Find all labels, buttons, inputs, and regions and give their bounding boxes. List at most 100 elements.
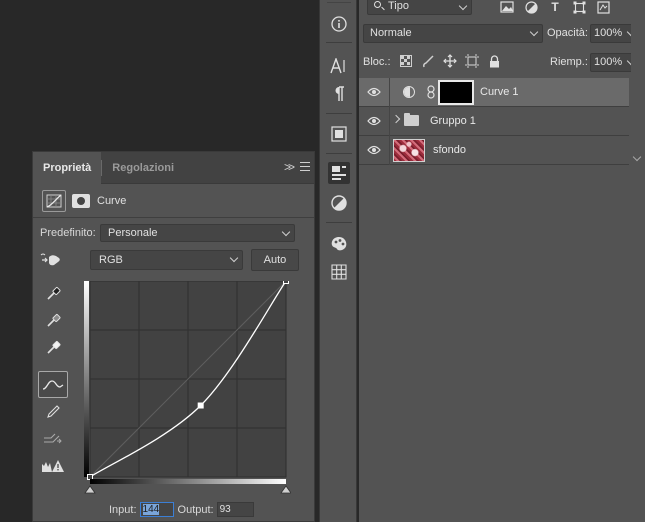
blend-mode-value: Normale	[370, 27, 412, 39]
layer-filter-value: Tipo	[388, 0, 409, 12]
properties-panel: Proprietà Regolazioni >> Curve Predefini…	[32, 151, 315, 522]
output-gradient-bar	[84, 281, 89, 477]
sample-highlights-eyedropper-icon[interactable]	[38, 334, 68, 361]
folder-icon	[404, 113, 419, 126]
layer-mask-icon[interactable]	[72, 193, 90, 208]
preset-value: Personale	[108, 227, 158, 239]
pencil-draw-icon[interactable]	[38, 398, 68, 425]
blend-row: Normale Opacità: 100%	[363, 24, 641, 44]
sample-shadows-eyedropper-icon[interactable]	[38, 280, 68, 307]
smart-object-filter-icon[interactable]	[595, 0, 611, 14]
layers-scrollbar[interactable]	[631, 0, 645, 522]
curve-tools-column	[38, 280, 68, 479]
properties-header: Curve	[33, 184, 314, 218]
lock-transparent-icon[interactable]	[399, 54, 413, 68]
lock-image-icon[interactable]	[421, 54, 435, 68]
shape-filter-icon[interactable]	[571, 0, 587, 14]
blend-mode-dropdown[interactable]: Normale	[363, 24, 543, 43]
layer-list: Curve 1 Gruppo 1 sfondo	[359, 78, 629, 165]
input-gradient-bar	[90, 479, 286, 484]
channel-value: RGB	[99, 254, 123, 266]
properties-icon[interactable]	[328, 162, 350, 184]
visibility-column-divider	[389, 107, 390, 136]
chevron-down-icon	[458, 1, 468, 11]
layer-name: Curve 1	[480, 86, 519, 98]
layer-name: sfondo	[433, 144, 467, 156]
curve-points-icon[interactable]	[38, 371, 68, 398]
curve-control-point[interactable]	[283, 281, 289, 284]
lock-label: Bloc.:	[363, 56, 391, 68]
grid-icon[interactable]	[328, 261, 350, 283]
lock-all-icon[interactable]	[487, 54, 501, 68]
adjustment-layer-icon	[403, 86, 415, 98]
preset-dropdown[interactable]: Personale	[100, 224, 295, 242]
input-label: Input:	[109, 503, 137, 516]
lock-icons	[399, 54, 501, 68]
strip-grip[interactable]	[327, 0, 351, 3]
visibility-column-divider	[389, 136, 390, 165]
chevron-right-icon[interactable]	[391, 114, 401, 124]
white-point-slider[interactable]	[280, 485, 291, 494]
tab-adjustments[interactable]: Regolazioni	[102, 152, 184, 184]
output-field[interactable]: 93	[216, 502, 254, 517]
panel-menu-icon[interactable]	[300, 162, 310, 171]
layer-filter-row: Tipo T	[363, 0, 645, 16]
layer-mask-thumbnail[interactable]	[438, 80, 474, 105]
chevron-down-icon	[229, 253, 239, 263]
clipping-warning-icon[interactable]	[38, 452, 68, 479]
visibility-eye-icon[interactable]	[367, 87, 381, 97]
input-value: 144	[142, 504, 160, 515]
layer-row-curve-1[interactable]: Curve 1	[359, 78, 629, 107]
info-icon[interactable]	[328, 13, 350, 35]
visibility-eye-icon[interactable]	[367, 116, 381, 126]
properties-tab-bar: Proprietà Regolazioni >>	[33, 151, 314, 184]
channel-dropdown[interactable]: RGB	[90, 250, 243, 270]
adjustment-filter-icon[interactable]	[523, 0, 539, 14]
panel-icon-strip	[319, 0, 357, 522]
fill-value: 100%	[594, 56, 623, 68]
curve-control-point[interactable]	[197, 402, 204, 409]
black-point-slider[interactable]	[84, 485, 96, 494]
curve-control-point[interactable]	[87, 474, 93, 480]
paragraph-icon[interactable]	[328, 83, 350, 105]
layer-image-thumbnail[interactable]	[393, 139, 425, 162]
chevron-down-icon	[281, 227, 291, 237]
collapse-panel-icon[interactable]: >>	[284, 160, 295, 174]
visibility-column-divider	[389, 78, 390, 107]
styles-icon[interactable]	[328, 233, 350, 255]
image-filter-icon[interactable]	[499, 0, 515, 14]
lock-row: Bloc.: Riemp.: 100%	[363, 52, 641, 72]
properties-title: Curve	[97, 194, 127, 207]
layer-name: Gruppo 1	[430, 115, 476, 127]
visibility-eye-icon[interactable]	[367, 145, 381, 155]
tab-properties[interactable]: Proprietà	[33, 151, 102, 184]
targeted-adjustment-hand-icon[interactable]	[40, 250, 70, 270]
curves-adjustment-icon[interactable]	[42, 189, 66, 212]
input-output-row: Input: 144 Output: 93	[109, 502, 254, 517]
layers-panel: Tipo T Normale Opacità: 100% Bloc.: Riem…	[359, 0, 645, 522]
preset-label: Predefinito:	[40, 227, 96, 239]
channel-row: RGB Auto	[40, 249, 299, 271]
layer-row-sfondo[interactable]: sfondo	[359, 136, 629, 165]
lock-position-icon[interactable]	[443, 54, 457, 68]
chevron-down-icon	[529, 27, 539, 37]
layer-comps-icon[interactable]	[328, 123, 350, 145]
layer-filter-dropdown[interactable]: Tipo	[367, 0, 472, 15]
adjustments-icon[interactable]	[328, 192, 350, 214]
layer-filter-icons: T	[499, 0, 611, 14]
lock-artboard-icon[interactable]	[465, 54, 479, 68]
curve-graph[interactable]	[81, 281, 291, 495]
sample-gray-eyedropper-icon[interactable]	[38, 307, 68, 334]
output-label: Output:	[177, 503, 214, 516]
preset-row: Predefinito: Personale	[40, 224, 295, 242]
layer-row-gruppo-1[interactable]: Gruppo 1	[359, 107, 629, 136]
opacity-value: 100%	[594, 27, 623, 39]
type-filter-icon[interactable]: T	[547, 0, 563, 14]
opacity-label: Opacità:	[547, 27, 588, 39]
character-icon[interactable]	[328, 55, 350, 77]
fill-label: Riemp.:	[550, 56, 588, 68]
link-chain-icon[interactable]	[427, 85, 435, 99]
smooth-curve-icon[interactable]	[38, 425, 68, 452]
auto-button[interactable]: Auto	[251, 249, 299, 271]
input-field[interactable]: 144	[139, 502, 174, 517]
